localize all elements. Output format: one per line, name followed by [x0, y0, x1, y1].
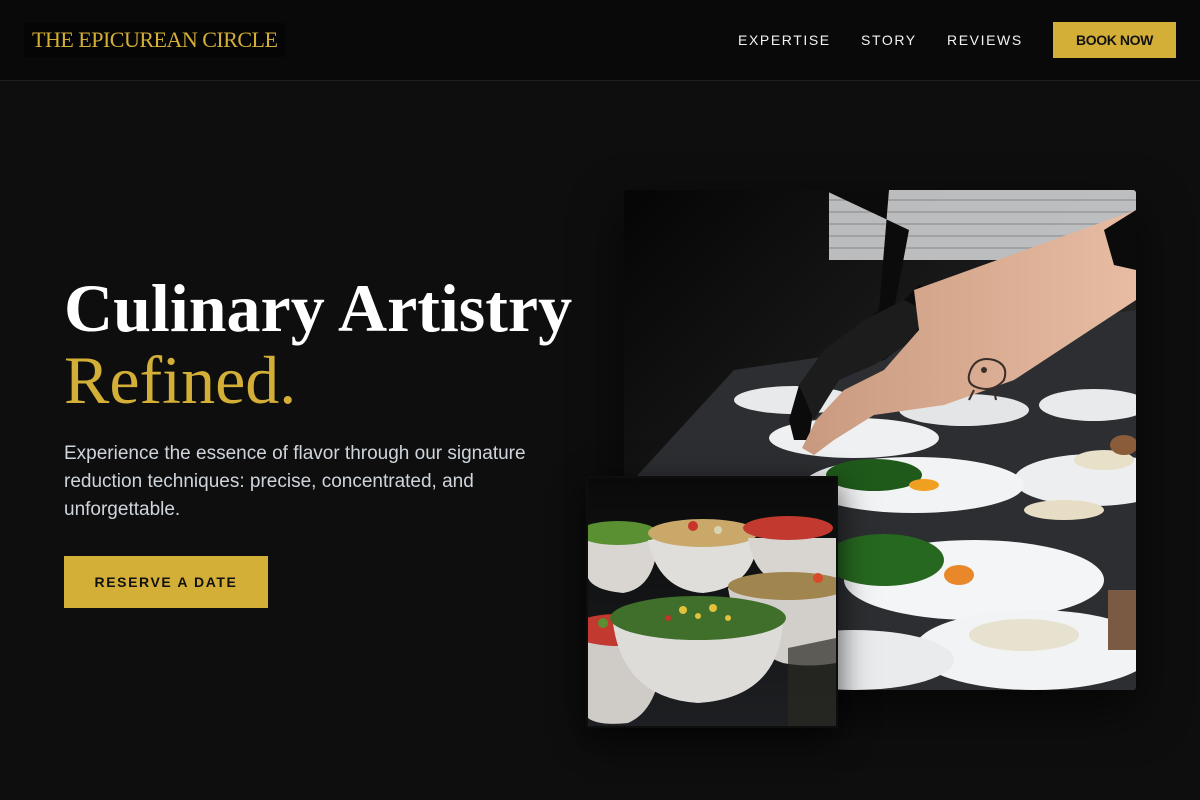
salad-bowls-photo [586, 476, 838, 728]
hero-title-accent: Refined. [64, 342, 297, 418]
hero-title: Culinary Artistry [64, 270, 573, 346]
nav-link-story[interactable]: STORY [861, 31, 917, 49]
hero-description: Experience the essence of flavor through… [64, 443, 526, 520]
brand-logo[interactable]: THE EPICUREAN CIRCLE [24, 23, 286, 57]
nav-link-expertise[interactable]: EXPERTISE [738, 31, 831, 49]
nav-link-reviews[interactable]: REVIEWS [947, 31, 1023, 49]
reserve-date-button[interactable]: RESERVE A DATE [64, 556, 268, 608]
book-now-button[interactable]: BOOK NOW [1053, 22, 1176, 58]
top-nav: THE EPICUREAN CIRCLE EXPERTISE STORY REV… [0, 0, 1200, 81]
